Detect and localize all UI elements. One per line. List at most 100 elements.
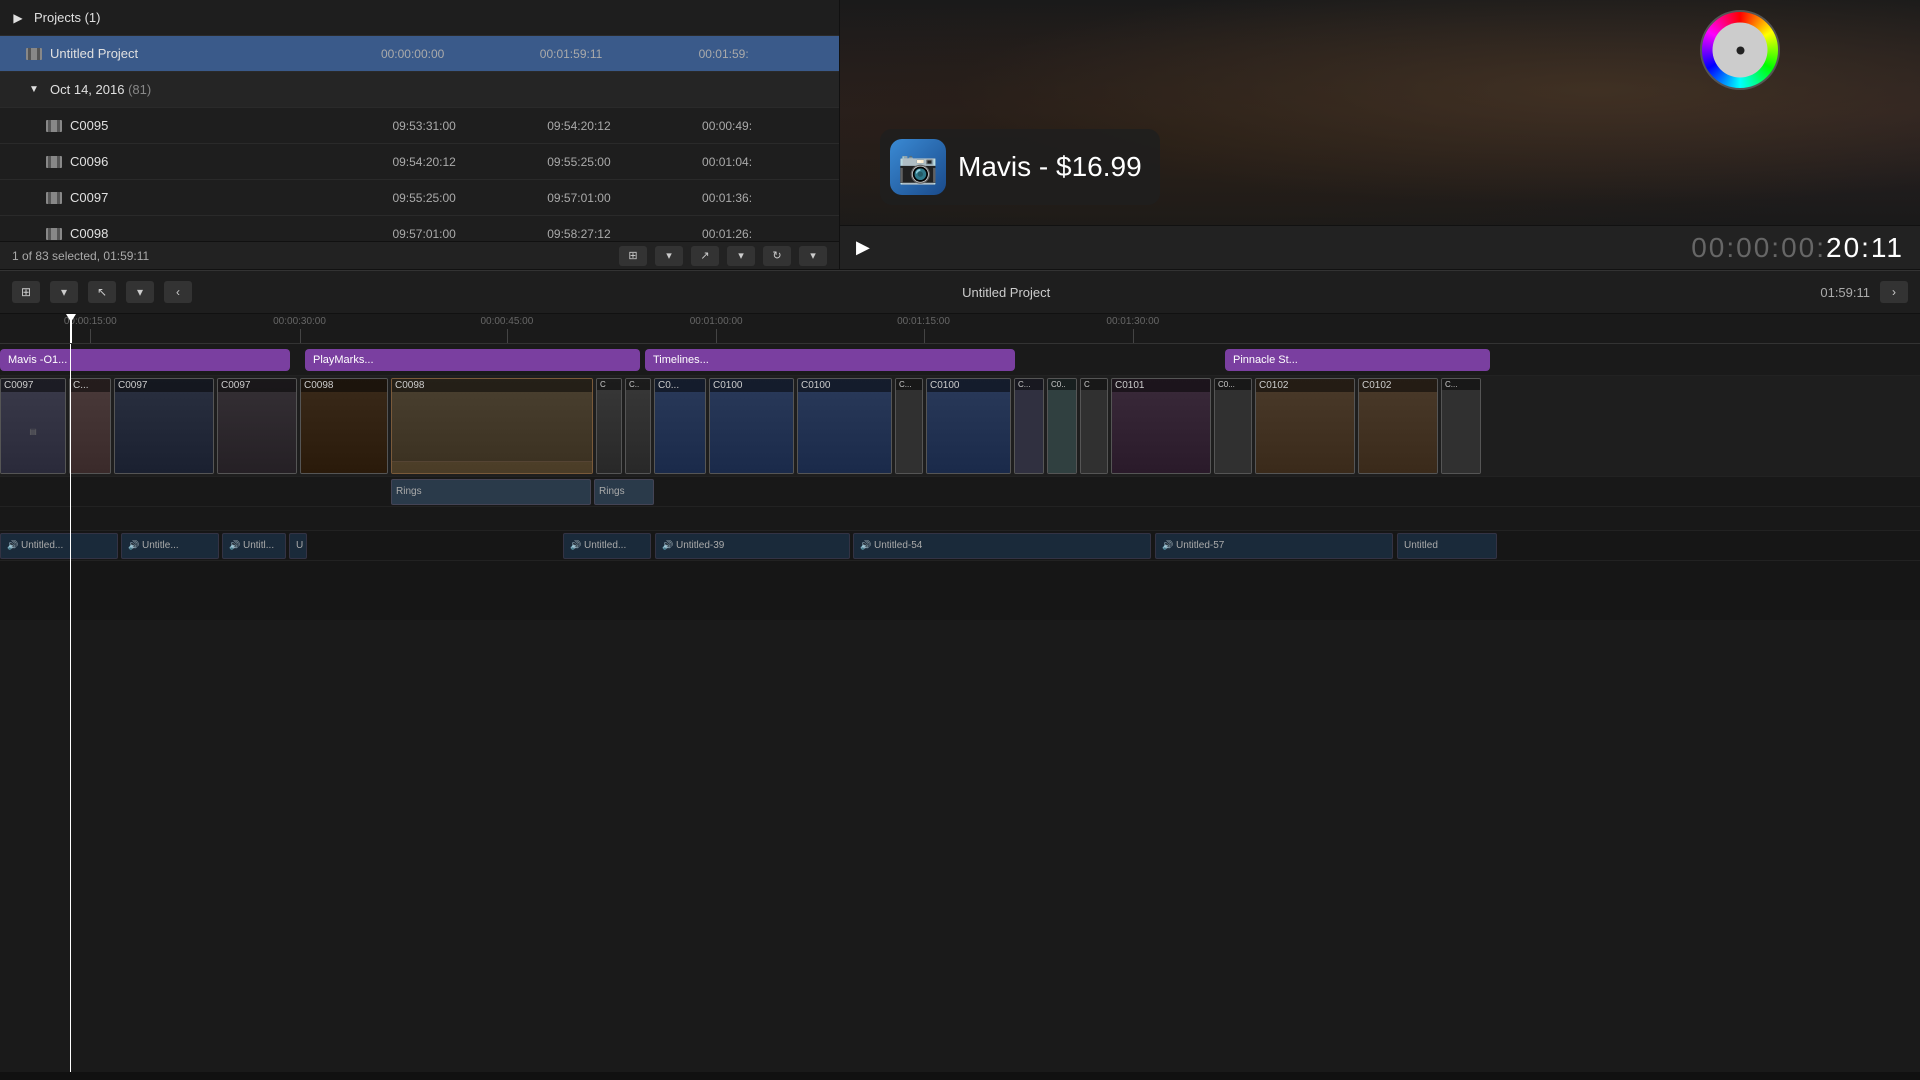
- clip-c-i[interactable]: C: [1080, 378, 1108, 474]
- marker-pinnacle[interactable]: Pinnacle St...: [1225, 349, 1490, 371]
- clip-c-d[interactable]: C..: [625, 378, 651, 474]
- clip-view-dropdown[interactable]: ▾: [50, 281, 78, 303]
- clip-c0-h[interactable]: C0..: [1047, 378, 1077, 474]
- audio-track: Rings Rings: [0, 476, 1920, 506]
- marker-playmarks[interactable]: PlayMarks...: [305, 349, 640, 371]
- folder-icon: ▶: [8, 10, 28, 26]
- timeline-forward-button[interactable]: ›: [1880, 281, 1908, 303]
- title-untitled-d[interactable]: U: [289, 533, 307, 559]
- view-mode-dropdown[interactable]: ▾: [655, 246, 683, 266]
- clip-c0101-a[interactable]: C0101: [1111, 378, 1211, 474]
- cursor-tool-button[interactable]: ↖: [88, 281, 116, 303]
- clip-end-c0097: 09:57:01:00: [547, 191, 702, 205]
- projects-header-row[interactable]: ▶ Projects (1): [0, 0, 839, 36]
- clip-name-c0098: C0098: [70, 226, 392, 241]
- ruler-label-3: 00:01:00:00: [690, 316, 743, 327]
- project-start: 00:00:00:00: [381, 47, 540, 61]
- clip-c-b[interactable]: C...: [69, 378, 111, 474]
- clip-c0-j[interactable]: C0...: [1214, 378, 1252, 474]
- marker-mavis[interactable]: Mavis -O1...: [0, 349, 290, 371]
- title-untitled-last[interactable]: Untitled: [1397, 533, 1497, 559]
- title-untitled-54[interactable]: 🔊 Untitled-54: [853, 533, 1151, 559]
- clip-film-icon: [44, 190, 64, 206]
- project-row[interactable]: Untitled Project 00:00:00:00 00:01:59:11…: [0, 36, 839, 72]
- timecode-display: 00:00:00:20:11: [1691, 232, 1904, 264]
- filter-button[interactable]: ↗: [691, 246, 719, 266]
- title-untitled-c[interactable]: 🔊 Untitl...: [222, 533, 286, 559]
- timeline-ruler: 00:00:15:00 00:00:30:00 00:00:45:00 00:0…: [0, 314, 1920, 344]
- project-film-icon: [24, 46, 44, 62]
- app-notification: 📷 Mavis - $16.99: [880, 129, 1160, 205]
- clip-c0102-b[interactable]: C0102: [1358, 378, 1438, 474]
- play-button[interactable]: ▶: [856, 237, 870, 258]
- title-untitled-e[interactable]: 🔊 Untitled...: [563, 533, 651, 559]
- clip-view-button[interactable]: ⊞: [12, 281, 40, 303]
- audio-rings-2[interactable]: Rings: [594, 479, 654, 505]
- clip-c0097-c[interactable]: C0097: [114, 378, 214, 474]
- clip-row-c0095[interactable]: C0095 09:53:31:00 09:54:20:12 00:00:49:: [0, 108, 839, 144]
- clip-name-c0096: C0096: [70, 154, 392, 169]
- clip-c0097-d[interactable]: C0097: [217, 378, 297, 474]
- title-untitled-b[interactable]: 🔊 Untitle...: [121, 533, 219, 559]
- sort-button[interactable]: ↻: [763, 246, 791, 266]
- clip-start-c0096: 09:54:20:12: [392, 155, 547, 169]
- clip-dur-c0097: 00:01:36:: [702, 191, 831, 205]
- clip-row-c0097[interactable]: C0097 09:55:25:00 09:57:01:00 00:01:36:: [0, 180, 839, 216]
- clip-row-c0096[interactable]: C0096 09:54:20:12 09:55:25:00 00:01:04:: [0, 144, 839, 180]
- clip-c-g[interactable]: C...: [1014, 378, 1044, 474]
- project-end: 00:01:59:11: [540, 47, 699, 61]
- clip-c0100-a[interactable]: C0100: [709, 378, 794, 474]
- clip-c0100-c[interactable]: C0100: [926, 378, 1011, 474]
- project-dur: 00:01:59:: [699, 47, 831, 61]
- clip-start-c0098: 09:57:01:00: [392, 227, 547, 241]
- video-clips-track: C0097 ▤ C... C0097 C0097 C0098: [0, 376, 1920, 476]
- title-untitled-a[interactable]: 🔊 Untitled...: [0, 533, 118, 559]
- date-group-label: Oct 14, 2016 (81): [50, 82, 831, 97]
- clip-row-c0098[interactable]: C0098 09:57:01:00 09:58:27:12 00:01:26:: [0, 216, 839, 241]
- clip-c0097-a[interactable]: C0097 ▤: [0, 378, 66, 474]
- timeline-header: ⊞ ▾ ↖ ▾ ‹ Untitled Project 01:59:11 ›: [0, 270, 1920, 314]
- app-name: Mavis - $16.99: [958, 151, 1142, 183]
- title-untitled-57[interactable]: 🔊 Untitled-57: [1155, 533, 1393, 559]
- preview-controls-bar: ▶ 00:00:00:20:11: [840, 225, 1920, 269]
- browser-toolbar-right: ⊞ ▾ ↗ ▾ ↻ ▾: [619, 246, 827, 266]
- timeline-tracks: Mavis -O1... PlayMarks... Timelines... P…: [0, 344, 1920, 1072]
- clip-c0-e[interactable]: C0...: [654, 378, 706, 474]
- preview-video[interactable]: 📷 Mavis - $16.99: [840, 0, 1920, 225]
- selection-status: 1 of 83 selected, 01:59:11: [12, 249, 149, 263]
- view-mode-button[interactable]: ⊞: [619, 246, 647, 266]
- marker-bar: Mavis -O1... PlayMarks... Timelines... P…: [0, 344, 1920, 376]
- timeline-scrollbar[interactable]: [0, 1072, 1920, 1080]
- browser-status-bar: 1 of 83 selected, 01:59:11 ⊞ ▾ ↗ ▾ ↻ ▾: [0, 241, 839, 269]
- preview-panel: 📷 Mavis - $16.99 ▶ 00:00:00:20:11: [840, 0, 1920, 269]
- clip-end-c0095: 09:54:20:12: [547, 119, 702, 133]
- clip-c0098-a[interactable]: C0098: [300, 378, 388, 474]
- clip-film-icon: [44, 226, 64, 242]
- clip-end-c0096: 09:55:25:00: [547, 155, 702, 169]
- title-untitled-39[interactable]: 🔊 Untitled-39: [655, 533, 850, 559]
- clip-dur-c0096: 00:01:04:: [702, 155, 831, 169]
- playhead-ruler: [70, 314, 72, 343]
- timeline-area: 00:00:15:00 00:00:30:00 00:00:45:00 00:0…: [0, 314, 1920, 1080]
- timecode-lo: 20:11: [1826, 232, 1904, 263]
- chevron-down-icon: ▼: [24, 82, 44, 98]
- clip-c-c[interactable]: C: [596, 378, 622, 474]
- clip-dur-c0098: 00:01:26:: [702, 227, 831, 241]
- audio-rings-1[interactable]: Rings: [391, 479, 591, 505]
- date-group-header[interactable]: ▼ Oct 14, 2016 (81): [0, 72, 839, 108]
- clip-c0098-b[interactable]: C0098: [391, 378, 593, 474]
- clip-c-k[interactable]: C...: [1441, 378, 1481, 474]
- marker-timelines[interactable]: Timelines...: [645, 349, 1015, 371]
- clip-c0102-a[interactable]: C0102: [1255, 378, 1355, 474]
- timeline-back-button[interactable]: ‹: [164, 281, 192, 303]
- color-wheel[interactable]: [1700, 10, 1780, 90]
- sort-dropdown[interactable]: ▾: [799, 246, 827, 266]
- timeline-duration: 01:59:11: [1820, 285, 1870, 300]
- clip-c-f[interactable]: C...: [895, 378, 923, 474]
- filter-dropdown[interactable]: ▾: [727, 246, 755, 266]
- browser-panel: ▶ Projects (1) Untitled Project 00:00:00…: [0, 0, 840, 269]
- ruler-label-5: 00:01:30:00: [1106, 316, 1159, 327]
- cursor-tool-dropdown[interactable]: ▾: [126, 281, 154, 303]
- clip-c0100-b[interactable]: C0100: [797, 378, 892, 474]
- title-track: 🔊 Untitled... 🔊 Untitle... 🔊 Untitl... U…: [0, 530, 1920, 560]
